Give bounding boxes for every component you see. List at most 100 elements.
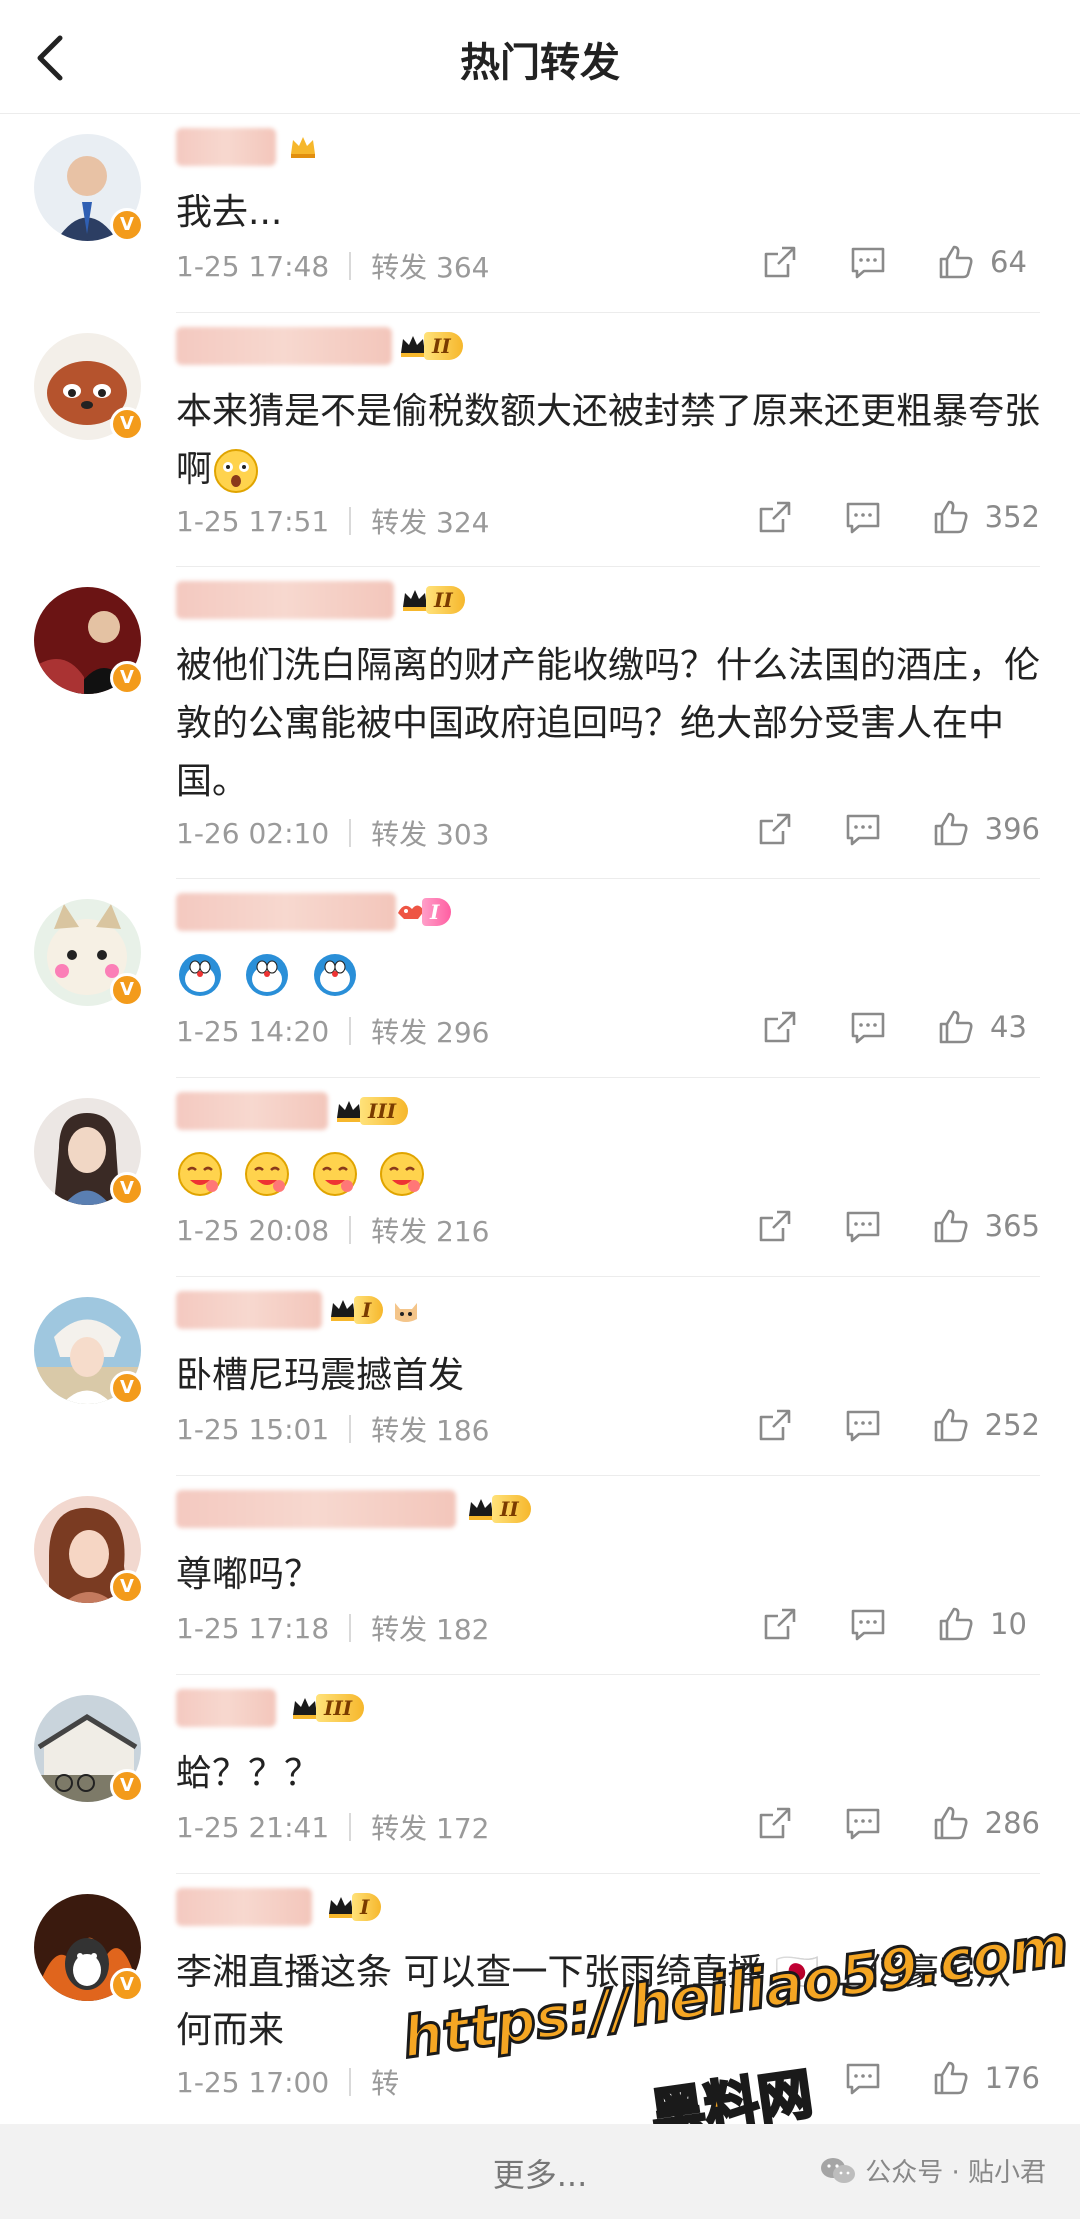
yummy-face-emoji-icon bbox=[380, 1152, 425, 1196]
comment-button[interactable] bbox=[843, 809, 883, 849]
like-button[interactable]: 396 bbox=[931, 809, 1040, 849]
level-label: I bbox=[422, 898, 452, 926]
meta-row: 1-25 17:18 转发 182 bbox=[176, 1608, 490, 1648]
meta-row: 1-25 14:20 转发 296 bbox=[176, 1011, 490, 1051]
like-button[interactable]: 176 bbox=[931, 2058, 1040, 2098]
level-badge: II bbox=[398, 329, 463, 363]
comment-button[interactable] bbox=[848, 1007, 888, 1047]
comment-button[interactable] bbox=[843, 1405, 883, 1445]
wechat-account-label: 公众号 · 贴小君 bbox=[865, 2158, 1046, 2188]
repost-count: 转发 182 bbox=[371, 1613, 490, 1646]
thumbs-up-icon bbox=[939, 245, 973, 279]
action-bar: 365 bbox=[707, 1206, 1040, 1246]
yummy-face-emoji-icon bbox=[312, 1152, 357, 1196]
repost-count: 转发 303 bbox=[371, 818, 490, 851]
post-time: 1-25 14:20 bbox=[176, 1014, 330, 1048]
like-button[interactable]: 365 bbox=[931, 1206, 1040, 1246]
username-blurred[interactable] bbox=[176, 1092, 328, 1130]
verified-badge: V bbox=[110, 407, 144, 441]
action-bar: 352 bbox=[707, 497, 1040, 537]
comment-text: 卧槽尼玛震撼首发 bbox=[176, 1355, 465, 1396]
more-bar: 更多... 公众号 · 贴小君 bbox=[0, 2124, 1080, 2219]
share-icon bbox=[764, 1011, 796, 1043]
share-button[interactable] bbox=[755, 809, 795, 849]
repost-count: 转发 296 bbox=[371, 1016, 490, 1049]
share-icon bbox=[759, 501, 790, 533]
comment-button[interactable] bbox=[843, 2058, 883, 2098]
repost-list: V 我去... 1-25 17:48 转发 364 64 V II 本来猜是不是… bbox=[0, 114, 1080, 2128]
like-button[interactable]: 43 bbox=[936, 1007, 1040, 1047]
comment-text: 本来猜是不是偷税数额大还被封禁了原来还更粗暴夸张啊 bbox=[176, 383, 1040, 499]
list-item: V II 被他们洗白隔离的财产能收缴吗？什么法国的酒庄，伦敦的公寓能被中国政府追… bbox=[0, 567, 1080, 879]
list-item: V III 蛤？？？ 1-25 21:41 转发 172 286 bbox=[0, 1675, 1080, 1874]
verified-badge: V bbox=[110, 1570, 144, 1604]
comment-button[interactable] bbox=[848, 1604, 888, 1644]
level-badge: I bbox=[328, 1293, 421, 1327]
share-icon bbox=[759, 813, 790, 845]
like-button[interactable]: 64 bbox=[936, 242, 1040, 282]
username-blurred[interactable] bbox=[176, 893, 396, 931]
like-button[interactable]: 352 bbox=[931, 497, 1040, 537]
comment-button[interactable] bbox=[848, 242, 888, 282]
username-blurred[interactable] bbox=[176, 1888, 312, 1926]
share-button[interactable] bbox=[755, 1405, 795, 1445]
share-button[interactable] bbox=[755, 1803, 795, 1843]
list-item: V III 1-25 20:08 转发 216 365 bbox=[0, 1078, 1080, 1277]
divider bbox=[349, 1415, 352, 1443]
share-icon bbox=[764, 246, 796, 278]
list-item: V II 本来猜是不是偷税数额大还被封禁了原来还更粗暴夸张啊 1-25 17:5… bbox=[0, 313, 1080, 567]
comment-text: 李湘直播这条 可以查一下张雨绮直播 🇯🇵 上亿豪宅从何而来 bbox=[176, 1952, 1012, 2051]
share-button[interactable] bbox=[755, 1206, 795, 1246]
username-blurred[interactable] bbox=[176, 1490, 456, 1528]
level-badge: II bbox=[400, 583, 465, 617]
comment-button[interactable] bbox=[843, 497, 883, 537]
action-bar: 252 bbox=[707, 1405, 1040, 1445]
like-button[interactable]: 286 bbox=[931, 1803, 1040, 1843]
comment-icon bbox=[851, 1012, 885, 1044]
page-title: 热门转发 bbox=[460, 40, 620, 86]
level-label: III bbox=[316, 1694, 365, 1722]
like-button[interactable]: 252 bbox=[931, 1405, 1040, 1445]
thumbs-up-icon bbox=[939, 1010, 973, 1044]
verified-badge: V bbox=[110, 1172, 144, 1206]
username-blurred[interactable] bbox=[176, 128, 276, 166]
divider bbox=[349, 1813, 352, 1841]
share-button[interactable] bbox=[760, 1007, 800, 1047]
comment-icon bbox=[851, 247, 885, 279]
post-time: 1-25 17:18 bbox=[176, 1611, 330, 1645]
nav-bar: 热门转发 bbox=[0, 0, 1080, 114]
comment-text-body: 本来猜是不是偷税数额大还被封禁了原来还更粗暴夸张啊 bbox=[176, 391, 1041, 490]
verified-badge: V bbox=[110, 973, 144, 1007]
like-count: 10 bbox=[990, 1607, 1027, 1641]
yummy-face-emoji-icon bbox=[178, 1152, 222, 1196]
post-time: 1-25 20:08 bbox=[176, 1213, 330, 1247]
level-label: II bbox=[426, 586, 465, 614]
comment-icon bbox=[846, 1211, 879, 1243]
verified-badge: V bbox=[110, 661, 144, 695]
action-bar: 10 bbox=[712, 1604, 1040, 1644]
share-button[interactable] bbox=[760, 242, 800, 282]
comment-text bbox=[176, 945, 1040, 1003]
comment-text: 蛤？？？ bbox=[176, 1753, 321, 1794]
share-button[interactable] bbox=[760, 1604, 800, 1644]
thumbs-up-icon bbox=[934, 500, 968, 534]
verified-badge: V bbox=[110, 208, 144, 242]
medal-icon bbox=[288, 130, 318, 164]
like-button[interactable]: 10 bbox=[936, 1604, 1040, 1644]
repost-count: 转发 216 bbox=[371, 1215, 490, 1248]
share-button[interactable] bbox=[755, 497, 795, 537]
divider bbox=[349, 507, 352, 535]
action-bar: 396 bbox=[707, 809, 1040, 849]
level-label: II bbox=[492, 1495, 531, 1523]
comment-button[interactable] bbox=[843, 1206, 883, 1246]
comment-button[interactable] bbox=[843, 1803, 883, 1843]
verified-badge: V bbox=[110, 1968, 144, 2002]
comment-icon bbox=[846, 1410, 879, 1442]
username-blurred[interactable] bbox=[176, 327, 392, 365]
divider bbox=[349, 1017, 352, 1045]
username-blurred[interactable] bbox=[176, 581, 394, 619]
thumbs-up-icon bbox=[939, 1607, 973, 1641]
level-badge: III bbox=[290, 1691, 365, 1725]
username-blurred[interactable] bbox=[176, 1291, 322, 1329]
username-blurred[interactable] bbox=[176, 1689, 276, 1727]
